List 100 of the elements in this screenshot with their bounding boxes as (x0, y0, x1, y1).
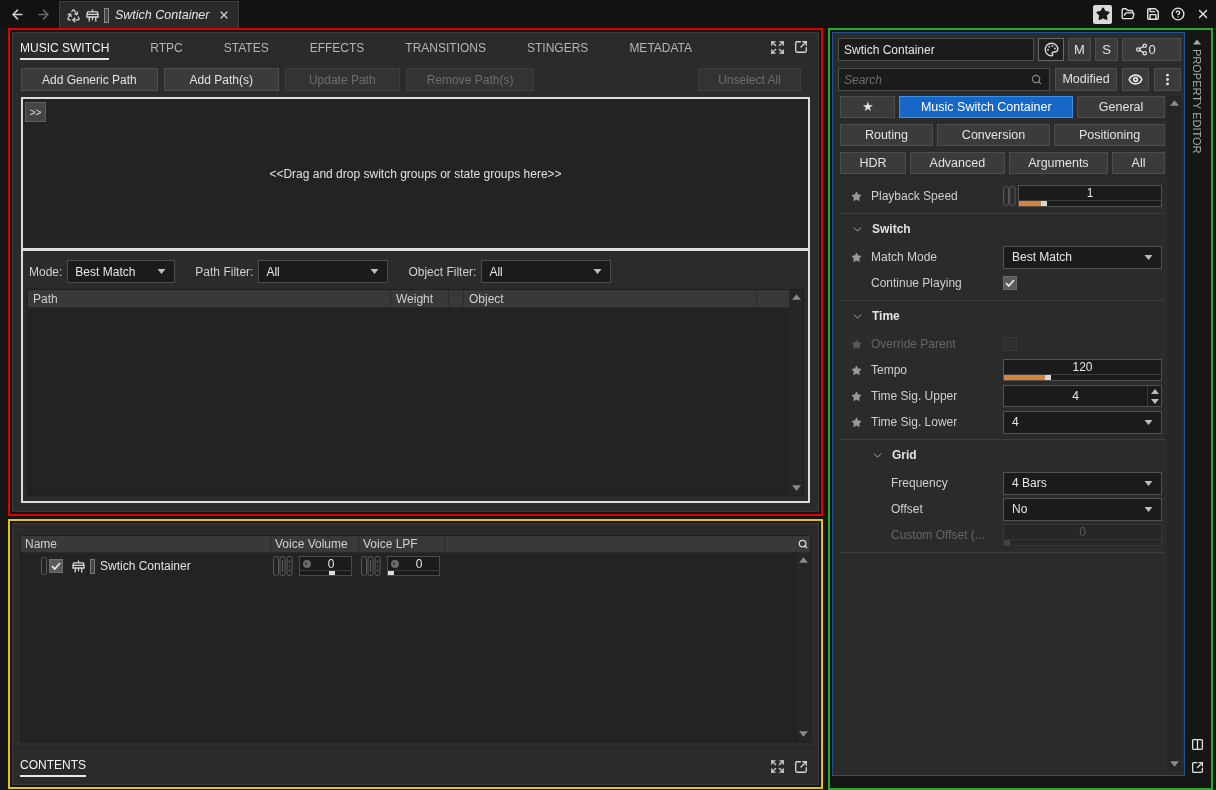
column-header[interactable]: Object (464, 290, 757, 307)
panel-tab[interactable]: METADATA (629, 34, 693, 60)
dropdown[interactable]: No (1003, 497, 1162, 521)
tab-title: Swtich Container (115, 6, 210, 24)
panel-title[interactable]: PROPERTY EDITOR (1188, 49, 1206, 154)
search-icon[interactable] (798, 539, 808, 549)
slider-control[interactable]: 0 (387, 556, 440, 576)
panel-tab[interactable]: CONTENTS (20, 756, 86, 777)
star-icon[interactable] (851, 364, 862, 376)
split-view-icon[interactable] (1190, 738, 1204, 751)
category-tab[interactable]: Arguments (1008, 152, 1109, 174)
maximize-icon[interactable] (770, 759, 785, 774)
star-icon[interactable] (851, 390, 862, 402)
number-field[interactable]: 4 (1003, 385, 1162, 407)
save-icon (1145, 7, 1160, 21)
drop-area[interactable]: >> <<Drag and drop switch groups or state groups here>> (23, 99, 808, 248)
column-header[interactable]: Voice Volume (271, 536, 359, 552)
slider-control[interactable]: 120 (1003, 359, 1162, 381)
category-tab[interactable]: Music Switch Container (899, 96, 1074, 118)
dropdown[interactable]: Best Match (1003, 245, 1162, 269)
favorites-button[interactable] (1093, 4, 1112, 24)
pop-out-icon[interactable] (794, 40, 808, 54)
pop-out-icon[interactable] (1190, 761, 1204, 774)
object-name[interactable]: Swtich Container (100, 557, 191, 575)
color-button[interactable] (1038, 38, 1064, 61)
category-tab[interactable]: ★ (840, 96, 896, 118)
caret-icon (370, 269, 380, 274)
scroll-up-icon[interactable] (1169, 100, 1179, 106)
category-tab[interactable]: General (1077, 96, 1165, 118)
eye-icon (1128, 72, 1143, 87)
panel-tab[interactable]: MUSIC SWITCH (20, 34, 110, 60)
dropdown[interactable]: All (258, 260, 389, 283)
scrollbar[interactable] (789, 290, 803, 495)
panel-tab[interactable]: STATES (223, 34, 269, 60)
column-header[interactable]: Weight (391, 290, 449, 307)
share-button[interactable]: 0 (1122, 38, 1181, 61)
panel-tab[interactable]: TRANSITIONS (405, 34, 487, 60)
slider-control[interactable]: 1 (1018, 185, 1162, 207)
property-label: Frequency (891, 475, 949, 492)
panel-tab[interactable]: RTPC (150, 34, 183, 60)
scroll-down-icon[interactable] (791, 485, 801, 491)
slider-value: 0 (414, 557, 424, 570)
slider-track[interactable] (1019, 200, 1161, 206)
star-icon[interactable] (851, 190, 862, 202)
panel-tab[interactable]: EFFECTS (309, 34, 365, 60)
category-tab[interactable]: Advanced (910, 152, 1005, 174)
pop-out-icon[interactable] (794, 759, 808, 774)
mute-button[interactable]: M (1068, 38, 1091, 61)
spin-down-icon[interactable] (1150, 398, 1159, 404)
dropdown[interactable]: Best Match (67, 260, 176, 283)
section-title[interactable]: Switch (872, 220, 911, 238)
property-label: Custom Offset (... (891, 527, 986, 544)
category-tab[interactable]: Routing (840, 124, 933, 146)
slider-track[interactable] (388, 570, 439, 575)
document-tab[interactable]: Swtich Container (59, 1, 239, 28)
spin-up-icon[interactable] (1150, 388, 1159, 394)
checkbox[interactable] (49, 559, 63, 573)
slider-track[interactable] (300, 570, 351, 575)
checkbox[interactable] (1003, 276, 1017, 290)
scrollbar[interactable] (1167, 96, 1181, 771)
visibility-button[interactable] (1122, 68, 1149, 91)
solo-button[interactable]: S (1095, 38, 1118, 61)
category-tab[interactable]: All (1112, 152, 1165, 174)
scroll-down-icon[interactable] (799, 731, 808, 737)
dropdown[interactable]: 4 (1003, 410, 1162, 434)
search-field[interactable]: Search (838, 68, 1050, 91)
scroll-up-icon[interactable] (791, 294, 801, 300)
star-icon[interactable] (851, 416, 862, 428)
scroll-down-icon[interactable] (1169, 761, 1179, 767)
more-button[interactable] (1154, 68, 1181, 91)
name-field[interactable]: Swtich Container (838, 38, 1034, 61)
handle-icon[interactable] (41, 557, 47, 575)
section-title[interactable]: Time (872, 307, 900, 325)
category-tab[interactable]: HDR (840, 152, 907, 174)
path-button[interactable]: Add Generic Path (21, 68, 158, 91)
column-header[interactable]: Path (28, 290, 391, 307)
slider-control[interactable]: 0 (299, 556, 352, 576)
caret-icon (1144, 254, 1153, 260)
category-tab[interactable]: Positioning (1054, 124, 1165, 146)
column-header[interactable]: Voice LPF (359, 536, 445, 552)
panel-tab[interactable]: STINGERS (527, 34, 589, 60)
slider-thumb[interactable] (388, 571, 394, 575)
slider-track[interactable] (1004, 539, 1161, 545)
forward-arrow-icon[interactable] (36, 6, 51, 22)
star-icon[interactable] (851, 251, 862, 263)
category-tab[interactable]: Conversion (936, 124, 1050, 146)
path-button[interactable]: Add Path(s) (163, 68, 279, 91)
slider-thumb[interactable] (329, 571, 336, 575)
dropdown[interactable]: 4 Bars (1003, 471, 1162, 495)
modified-button[interactable]: Modified (1055, 68, 1117, 91)
caret-icon (593, 269, 603, 274)
scroll-up-icon[interactable] (799, 557, 808, 563)
maximize-icon[interactable] (770, 39, 785, 55)
expand-toggle[interactable]: >> (25, 102, 46, 122)
collapse-icon[interactable] (1193, 39, 1201, 45)
column-header[interactable]: Name (21, 536, 271, 552)
property-label: Continue Playing (871, 275, 963, 292)
section-title[interactable]: Grid (892, 446, 917, 464)
dropdown[interactable]: All (481, 260, 612, 283)
filter-label: Mode: (29, 263, 63, 281)
